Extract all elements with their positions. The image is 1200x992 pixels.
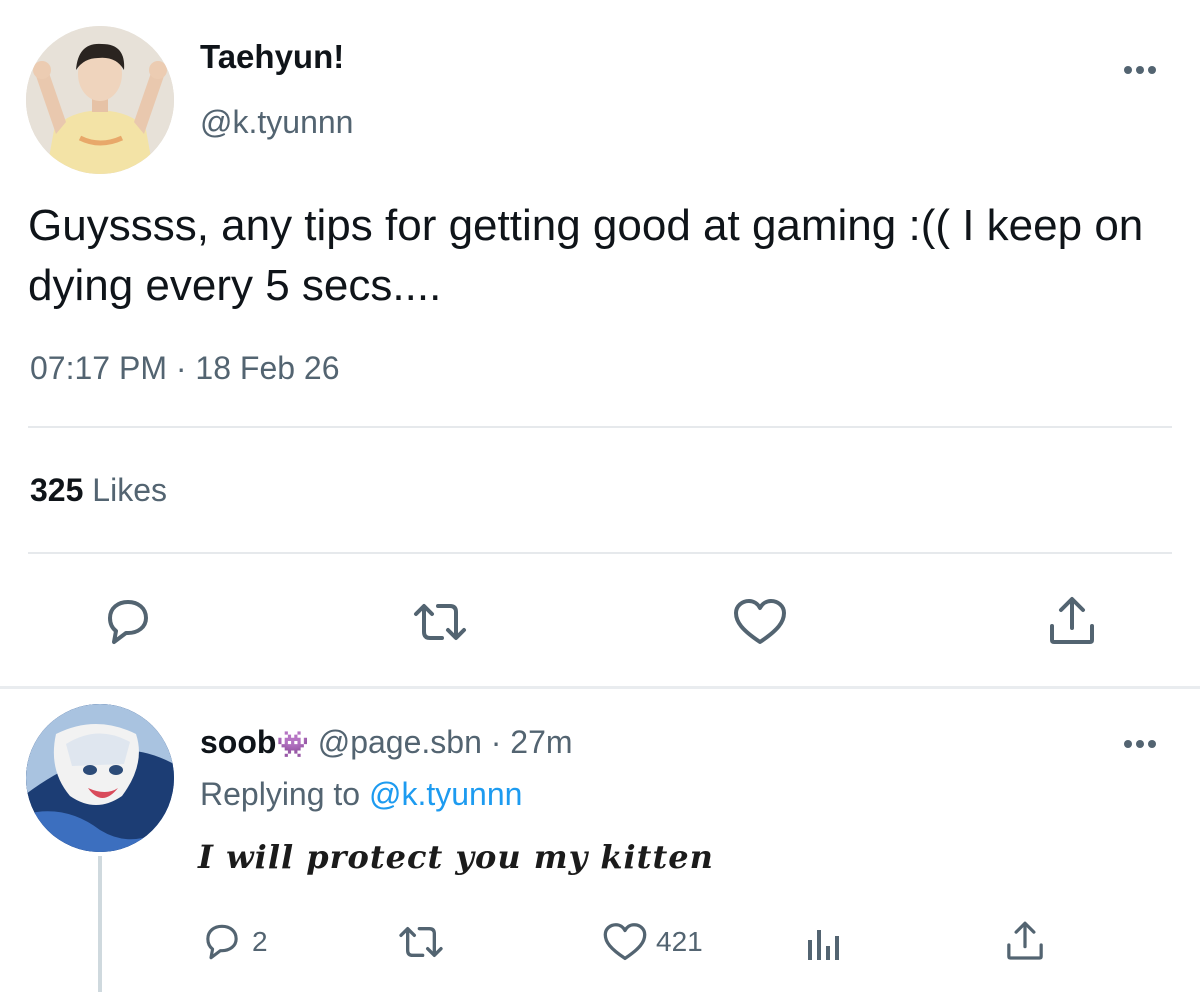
heart-icon: [734, 599, 786, 644]
tweet-text: Guyssss, any tips for getting good at ga…: [28, 201, 1144, 310]
thread-line: [98, 856, 102, 992]
avatar[interactable]: [26, 26, 174, 174]
reply-icon: [108, 600, 148, 644]
analytics-button[interactable]: [804, 922, 844, 967]
more-icon: [1124, 66, 1156, 74]
reply-display-name[interactable]: soob: [200, 724, 276, 760]
mention-link[interactable]: @k.tyunnn: [369, 776, 522, 812]
share-button[interactable]: [1046, 596, 1098, 651]
retweet-button[interactable]: [410, 598, 470, 651]
profile-photo: [26, 26, 174, 174]
reply-profile-photo: [26, 704, 174, 852]
likes-stat[interactable]: 325 Likes: [30, 472, 167, 509]
reply-handle[interactable]: @page.sbn: [318, 724, 482, 760]
user-handle[interactable]: @k.tyunnn: [200, 104, 353, 141]
reply-button[interactable]: [100, 598, 156, 651]
reply-count: 2: [252, 926, 268, 957]
display-name[interactable]: Taehyun!: [200, 38, 344, 76]
reply-header: soob👾 @page.sbn · 27m: [200, 724, 573, 761]
space-invader-emoji: 👾: [276, 730, 309, 760]
heart-icon: [603, 923, 647, 961]
retweet-icon: [414, 604, 466, 640]
reply-more-options-button[interactable]: [1118, 730, 1162, 758]
replying-to: Replying to @k.tyunnn: [200, 776, 522, 813]
retweet-icon: [399, 927, 443, 957]
replying-to-label: Replying to: [200, 776, 361, 812]
reply-like-button[interactable]: 421: [602, 922, 703, 962]
reply-reply-button[interactable]: 2: [200, 922, 268, 962]
analytics-icon: [808, 930, 839, 960]
reply-icon: [206, 924, 238, 960]
dot-separator: ·: [490, 724, 502, 760]
divider: [28, 426, 1172, 428]
share-icon: [1050, 597, 1094, 644]
tweet-timestamp[interactable]: 07:17 PM · 18 Feb 26: [30, 350, 340, 387]
reply-text: I will protect you my kitten: [198, 838, 714, 876]
more-icon: [1124, 740, 1156, 748]
reply-share-button[interactable]: [1004, 920, 1046, 967]
like-count: 421: [656, 926, 703, 957]
like-button[interactable]: [732, 598, 788, 651]
reply-avatar[interactable]: [26, 704, 174, 852]
more-options-button[interactable]: [1118, 56, 1162, 84]
reply-time[interactable]: 27m: [510, 724, 572, 760]
thread-separator: [0, 686, 1200, 689]
likes-label: Likes: [92, 472, 167, 508]
share-icon: [1007, 921, 1043, 960]
likes-count: 325: [30, 472, 84, 508]
divider: [28, 552, 1172, 554]
reply-retweet-button[interactable]: [396, 922, 446, 967]
